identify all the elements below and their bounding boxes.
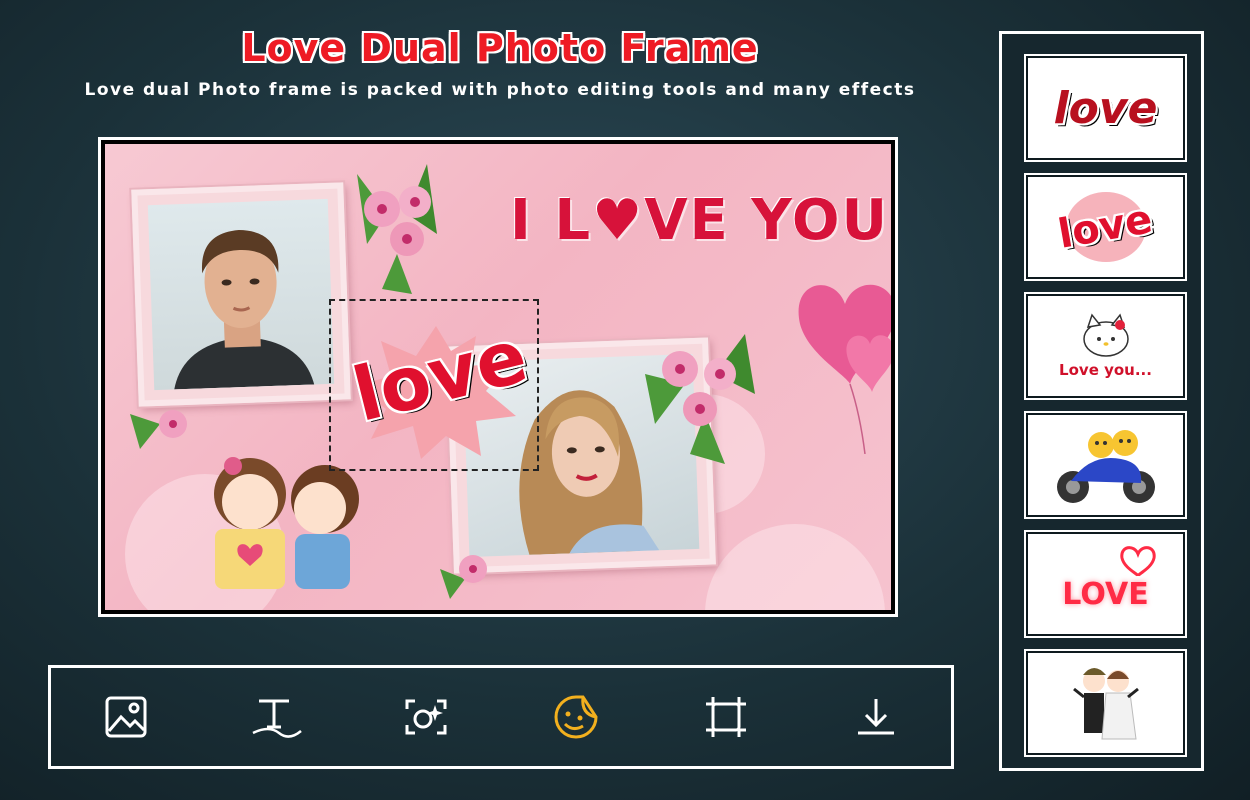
gallery-button[interactable]	[94, 685, 158, 749]
gallery-icon	[105, 696, 147, 738]
hello-kitty-image	[1082, 313, 1129, 357]
photo-frame-left[interactable]	[131, 182, 351, 407]
editor-canvas-frame: I L♥VE YOU love	[98, 137, 898, 617]
sticker-item[interactable]: Love you...	[1028, 296, 1183, 396]
heart-outline-icon	[1120, 546, 1156, 577]
sticker-label: love	[1053, 82, 1158, 134]
crop-button[interactable]	[694, 685, 758, 749]
sticker-selection-box[interactable]: love	[329, 299, 539, 471]
man-photo[interactable]	[147, 198, 335, 391]
sticker-panel: love love Love you... LOVE	[999, 31, 1204, 771]
sticker-item[interactable]	[1028, 415, 1183, 515]
text-tool-button[interactable]	[244, 685, 308, 749]
editing-toolbar	[48, 665, 954, 769]
flower-bouquet-top	[357, 164, 437, 294]
bokeh-decoration	[705, 524, 885, 610]
sticker-item[interactable]: love	[1028, 58, 1183, 158]
bride-groom-image	[1072, 668, 1139, 740]
sticker-item[interactable]: love	[1028, 177, 1183, 277]
sticker-label: Love you...	[1059, 361, 1152, 379]
sticker-button[interactable]	[544, 685, 608, 749]
download-button[interactable]	[844, 685, 908, 749]
flower-small-bottom	[440, 555, 487, 599]
page-title: Love Dual Photo Frame	[241, 26, 759, 70]
text-icon	[252, 699, 302, 738]
effects-button[interactable]	[394, 685, 458, 749]
heart-balloons	[798, 284, 891, 454]
flower-small-left	[130, 410, 187, 449]
man-portrait-image	[174, 230, 315, 390]
sticker-icon	[554, 695, 598, 739]
crop-icon	[706, 697, 746, 737]
effects-icon	[405, 699, 447, 735]
emoji-motorbike-image	[1056, 430, 1155, 503]
sticker-label: love	[1055, 196, 1156, 258]
sticker-item[interactable]	[1028, 653, 1183, 753]
sticker-label: LOVE	[1062, 576, 1149, 612]
editor-canvas[interactable]: I L♥VE YOU love	[105, 144, 891, 610]
sticker-item[interactable]: LOVE	[1028, 534, 1183, 634]
page-subtitle: Love dual Photo frame is packed with pho…	[84, 80, 916, 100]
download-icon	[858, 699, 894, 735]
i-love-you-headline: I L♥VE YOU	[510, 188, 889, 253]
flower-bouquet-right	[645, 334, 755, 464]
